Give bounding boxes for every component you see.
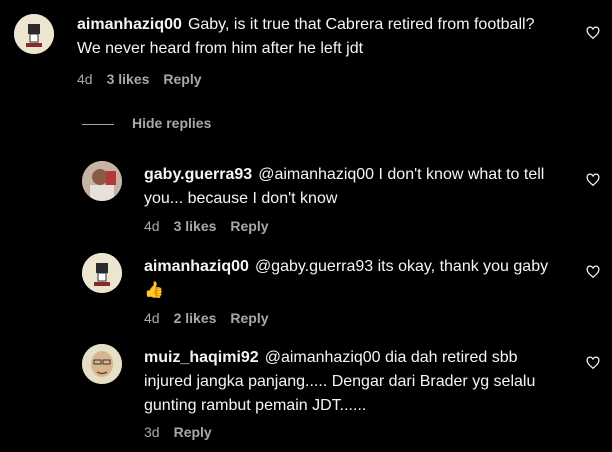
comment-text-block: aimanhaziq00 Gaby, is it true that Cabrer… [77,13,547,61]
comment-age: 4d [144,218,160,234]
username[interactable]: muiz_haqimi92 [144,349,259,366]
comment-age: 4d [77,71,93,87]
comment-age: 3d [144,424,160,440]
comment-text-block: aimanhaziq00 @gaby.guerra93 its okay, tha… [144,255,564,303]
hide-replies-label: Hide replies [132,115,212,131]
divider-line [82,124,114,125]
likes-count[interactable]: 2 likes [174,310,217,326]
heart-outline-icon[interactable] [586,356,600,370]
avatar[interactable] [82,344,122,384]
heart-outline-icon[interactable] [586,26,600,40]
face-avatar-icon [82,344,122,384]
comment-meta: 4d 2 likes Reply [144,310,283,326]
comment-text-block: gaby.guerra93 @aimanhaziq00 I don't know … [144,163,564,211]
heart-outline-icon[interactable] [586,173,600,187]
comment-text-block: muiz_haqimi92 @aimanhaziq00 dia dah retir… [144,346,564,418]
avatar[interactable] [82,161,122,201]
comment-body: @gaby.guerra93 its okay, thank you gaby [254,258,549,275]
comment-meta: 3d Reply [144,424,226,440]
username[interactable]: aimanhaziq00 [77,16,182,33]
comment-age: 4d [144,310,160,326]
comment-meta: 4d 3 likes Reply [144,218,283,234]
username[interactable]: aimanhaziq00 [144,258,249,275]
heart-outline-icon[interactable] [586,265,600,279]
fist-logo-icon [82,253,122,293]
reply-button[interactable]: Reply [230,310,268,326]
avatar[interactable] [14,14,54,54]
fist-logo-icon [14,14,54,54]
avatar[interactable] [82,253,122,293]
reply-button[interactable]: Reply [163,71,201,87]
thumbs-up-emoji: 👍 [144,282,164,299]
likes-count[interactable]: 3 likes [107,71,150,87]
comment-meta: 4d 3 likes Reply [77,71,216,87]
reply-button[interactable]: Reply [174,424,212,440]
photo-avatar-icon [82,161,122,201]
reply-button[interactable]: Reply [230,218,268,234]
username[interactable]: gaby.guerra93 [144,166,252,183]
likes-count[interactable]: 3 likes [174,218,217,234]
